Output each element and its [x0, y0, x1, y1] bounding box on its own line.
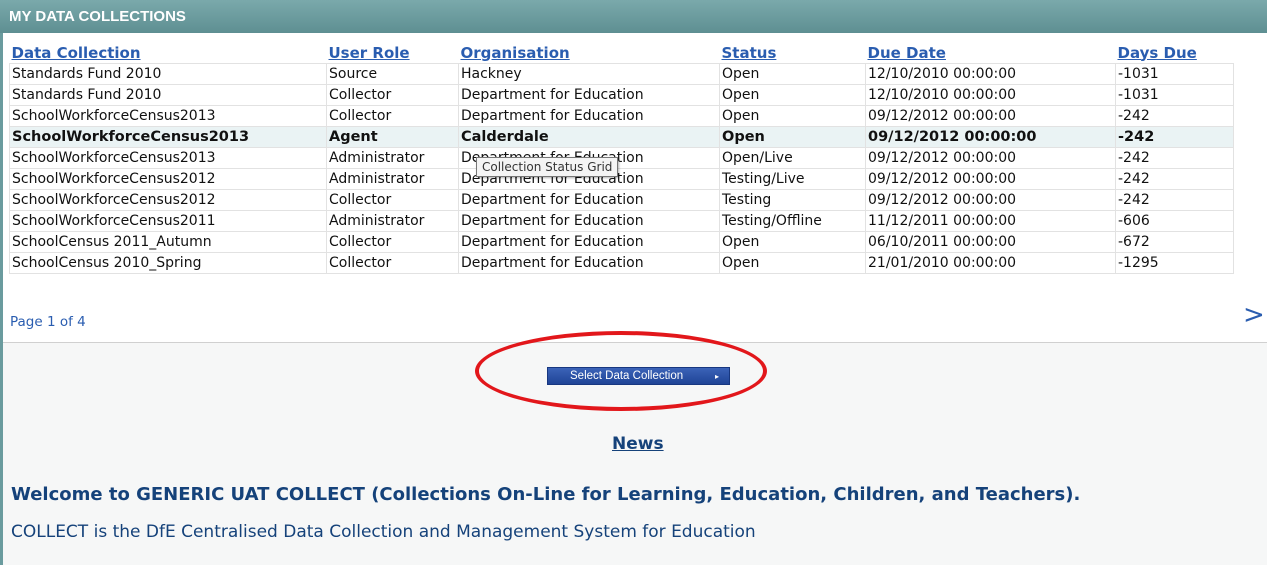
cell-data-collection: SchoolWorkforceCensus2012 — [9, 168, 327, 190]
cell-days-due: -242 — [1115, 126, 1234, 148]
cell-due-date: 09/12/2012 00:00:00 — [865, 189, 1116, 211]
column-header-status[interactable]: Status — [720, 42, 866, 64]
cell-days-due: -1031 — [1115, 63, 1234, 85]
collections-table: Data Collection User Role Organisation S… — [9, 42, 1234, 274]
table-row-selected[interactable]: SchoolWorkforceCensus2013 Agent Calderda… — [9, 126, 1234, 148]
cell-status: Open — [719, 84, 866, 106]
cell-status: Open — [719, 63, 866, 85]
cell-organisation: Department for Education — [458, 84, 720, 106]
cell-data-collection: Standards Fund 2010 — [9, 84, 327, 106]
cell-due-date: 09/12/2012 00:00:00 — [865, 105, 1116, 127]
table-row[interactable]: SchoolCensus 2011_Autumn Collector Depar… — [9, 231, 1234, 253]
data-collections-grid: Data Collection User Role Organisation S… — [3, 33, 1267, 343]
cell-data-collection: SchoolCensus 2011_Autumn — [9, 231, 327, 253]
cell-status: Open — [719, 105, 866, 127]
cell-data-collection: Standards Fund 2010 — [9, 63, 327, 85]
cell-due-date: 11/12/2011 00:00:00 — [865, 210, 1116, 232]
select-button-label: Select Data Collection — [570, 370, 684, 382]
table-row[interactable]: SchoolWorkforceCensus2012 Administrator … — [9, 168, 1234, 190]
table-row[interactable]: Standards Fund 2010 Source Hackney Open … — [9, 63, 1234, 85]
next-page-arrow-icon[interactable]: > — [1243, 300, 1265, 330]
cell-status: Open — [719, 126, 866, 148]
cell-days-due: -672 — [1115, 231, 1234, 253]
cell-status: Testing — [719, 189, 866, 211]
cell-organisation: Department for Education — [458, 189, 720, 211]
cell-user-role: Collector — [326, 231, 459, 253]
cell-organisation: Department for Education — [458, 105, 720, 127]
cell-user-role: Administrator — [326, 168, 459, 190]
cell-data-collection: SchoolWorkforceCensus2011 — [9, 210, 327, 232]
cell-due-date: 09/12/2012 00:00:00 — [865, 147, 1116, 169]
cell-data-collection: SchoolWorkforceCensus2012 — [9, 189, 327, 211]
cell-due-date: 09/12/2012 00:00:00 — [865, 126, 1116, 148]
select-data-collection-button[interactable]: Select Data Collection ▸ — [547, 367, 730, 385]
column-header-user-role[interactable]: User Role — [327, 42, 459, 64]
arrow-right-icon: ▸ — [714, 372, 719, 381]
cell-user-role: Administrator — [326, 147, 459, 169]
cell-data-collection: SchoolWorkforceCensus2013 — [9, 126, 327, 148]
cell-days-due: -242 — [1115, 189, 1234, 211]
cell-user-role: Source — [326, 63, 459, 85]
cell-status: Open — [719, 252, 866, 274]
cell-due-date: 12/10/2010 00:00:00 — [865, 84, 1116, 106]
cell-due-date: 06/10/2011 00:00:00 — [865, 231, 1116, 253]
table-row[interactable]: SchoolWorkforceCensus2011 Administrator … — [9, 210, 1234, 232]
cell-status: Testing/Offline — [719, 210, 866, 232]
cell-days-due: -242 — [1115, 105, 1234, 127]
cell-status: Open — [719, 231, 866, 253]
cell-organisation: Department for Education — [458, 210, 720, 232]
page-info: Page 1 of 4 — [10, 314, 86, 330]
cell-user-role: Collector — [326, 252, 459, 274]
news-link[interactable]: News — [612, 434, 664, 454]
pager: Page 1 of 4 — [3, 300, 1267, 343]
cell-days-due: -606 — [1115, 210, 1234, 232]
cell-data-collection: SchoolWorkforceCensus2013 — [9, 105, 327, 127]
column-header-organisation[interactable]: Organisation — [459, 42, 720, 64]
table-row[interactable]: SchoolWorkforceCensus2012 Collector Depa… — [9, 189, 1234, 211]
cell-days-due: -1031 — [1115, 84, 1234, 106]
cell-data-collection: SchoolCensus 2010_Spring — [9, 252, 327, 274]
cell-due-date: 12/10/2010 00:00:00 — [865, 63, 1116, 85]
cell-days-due: -242 — [1115, 147, 1234, 169]
cell-user-role: Agent — [326, 126, 459, 148]
panel-title: MY DATA COLLECTIONS — [9, 8, 186, 25]
tooltip: Collection Status Grid — [476, 157, 619, 177]
table-row[interactable]: SchoolWorkforceCensus2013 Collector Depa… — [9, 105, 1234, 127]
cell-user-role: Collector — [326, 84, 459, 106]
system-description: COLLECT is the DfE Centralised Data Coll… — [11, 522, 756, 542]
table-row[interactable]: SchoolCensus 2010_Spring Collector Depar… — [9, 252, 1234, 274]
cell-status: Testing/Live — [719, 168, 866, 190]
cell-organisation: Hackney — [458, 63, 720, 85]
table-row[interactable]: Standards Fund 2010 Collector Department… — [9, 84, 1234, 106]
cell-days-due: -242 — [1115, 168, 1234, 190]
cell-data-collection: SchoolWorkforceCensus2013 — [9, 147, 327, 169]
cell-status: Open/Live — [719, 147, 866, 169]
panel-header: MY DATA COLLECTIONS — [0, 0, 1267, 33]
cell-user-role: Collector — [326, 189, 459, 211]
cell-user-role: Collector — [326, 105, 459, 127]
column-header-due-date[interactable]: Due Date — [866, 42, 1116, 64]
cell-user-role: Administrator — [326, 210, 459, 232]
cell-organisation: Calderdale — [458, 126, 720, 148]
welcome-heading: Welcome to GENERIC UAT COLLECT (Collecti… — [11, 484, 1081, 505]
cell-due-date: 09/12/2012 00:00:00 — [865, 168, 1116, 190]
table-row[interactable]: SchoolWorkforceCensus2013 Administrator … — [9, 147, 1234, 169]
cell-organisation: Department for Education — [458, 252, 720, 274]
column-header-data-collection[interactable]: Data Collection — [10, 42, 327, 64]
column-header-days-due[interactable]: Days Due — [1116, 42, 1234, 64]
cell-organisation: Department for Education — [458, 231, 720, 253]
cell-due-date: 21/01/2010 00:00:00 — [865, 252, 1116, 274]
table-header-row: Data Collection User Role Organisation S… — [10, 42, 1234, 64]
cell-days-due: -1295 — [1115, 252, 1234, 274]
